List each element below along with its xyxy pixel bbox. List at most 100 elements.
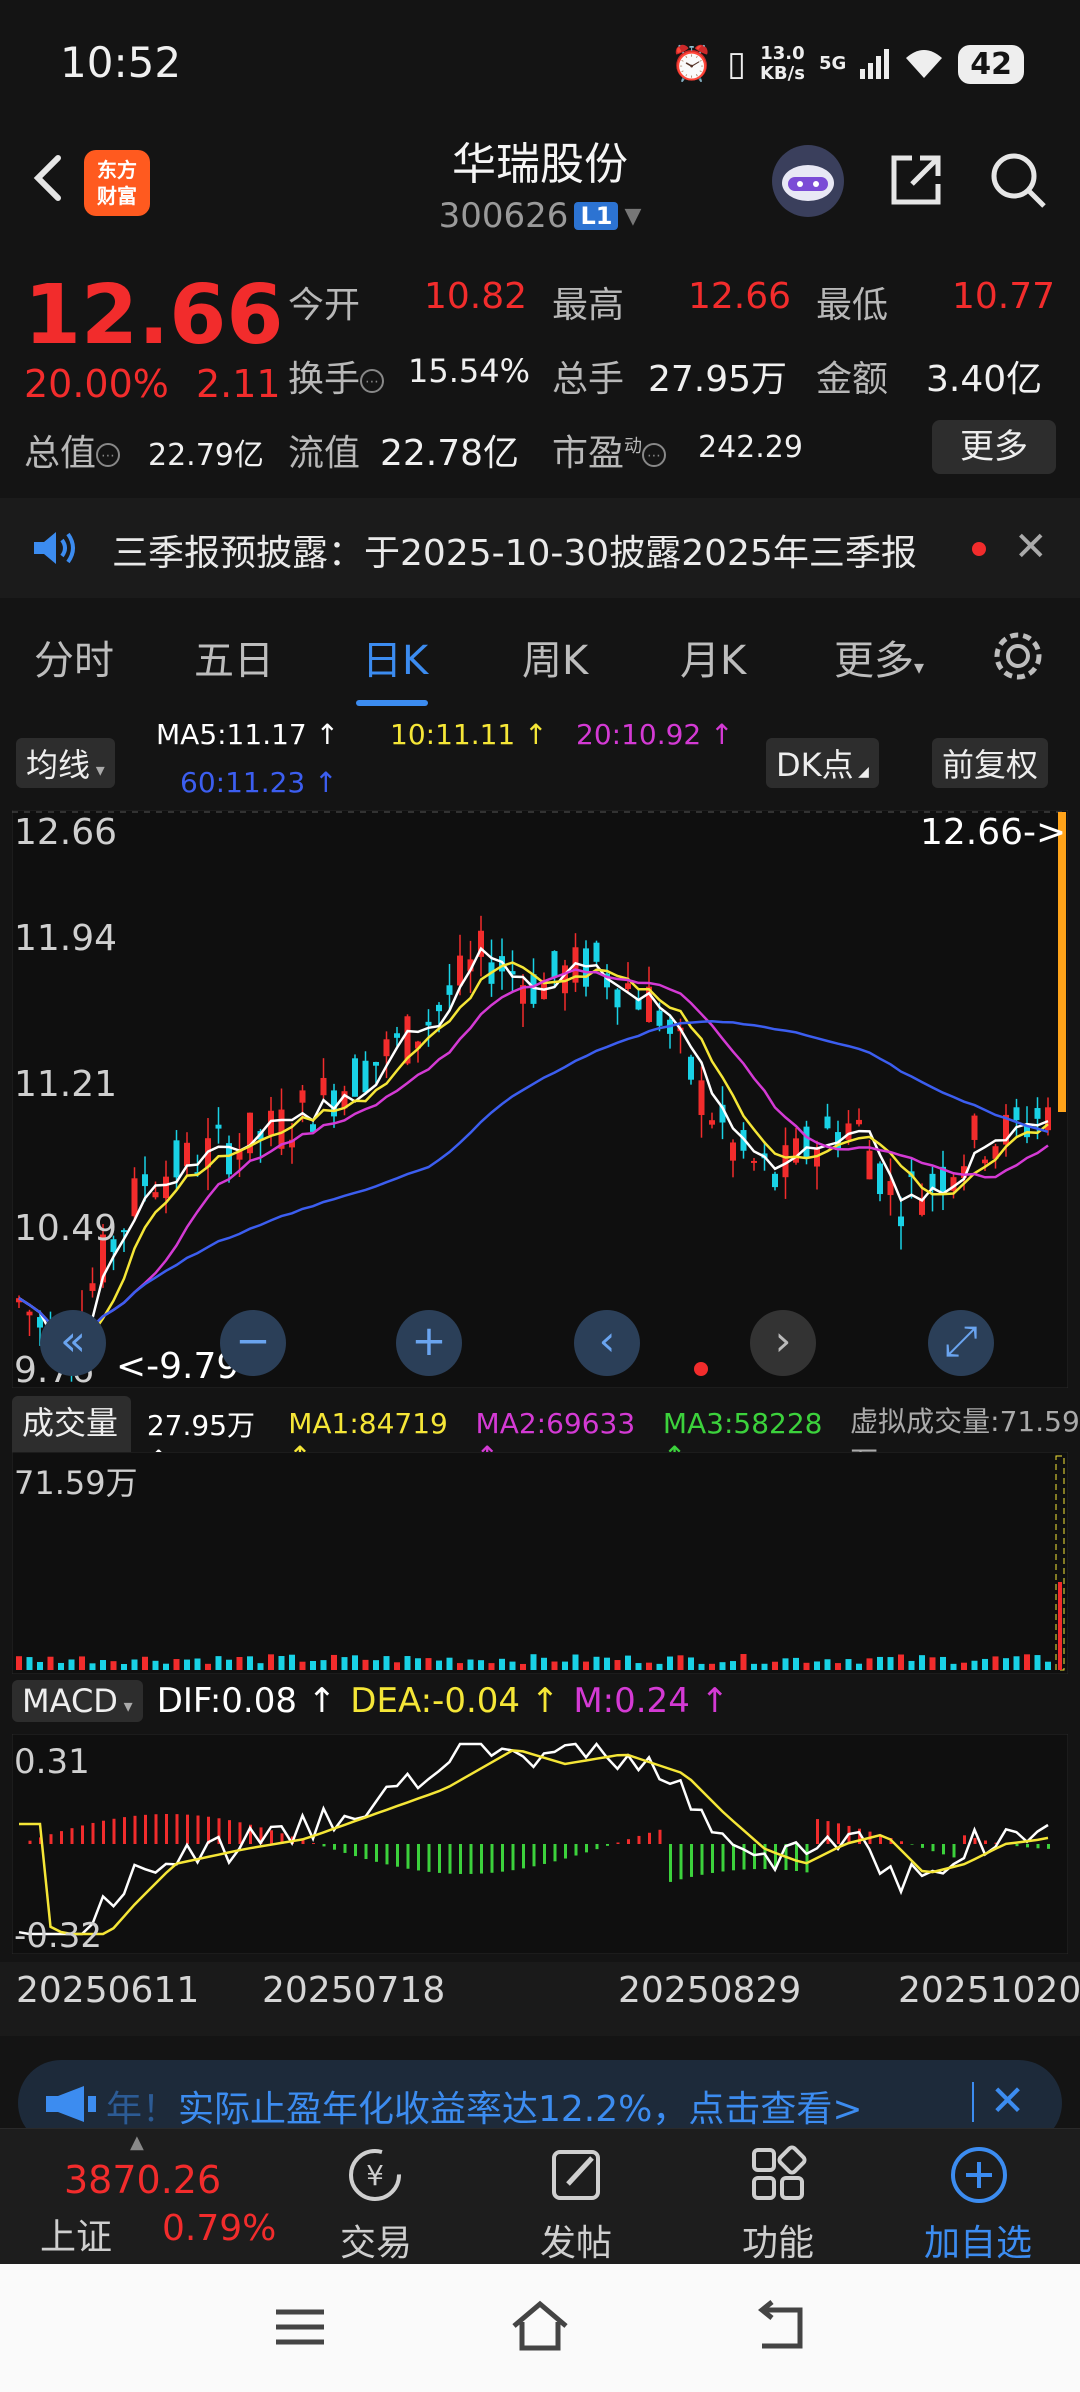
- macd-bar: [1047, 1844, 1050, 1849]
- candlestick-chart[interactable]: [12, 810, 1068, 1388]
- close-icon[interactable]: ✕: [990, 2076, 1025, 2125]
- macd-bar: [501, 1844, 504, 1872]
- tab-monthly-k[interactable]: 月K: [680, 628, 746, 686]
- candle-body: [656, 1010, 663, 1026]
- index-name: 上证: [40, 2217, 113, 2258]
- tab-minute[interactable]: 分时: [34, 628, 114, 686]
- macd-bar: [595, 1844, 599, 1850]
- today-volume-bar: [1058, 1582, 1062, 1670]
- function-grid-icon[interactable]: [744, 2140, 814, 2210]
- wifi-icon: [906, 50, 943, 78]
- scroll-left-end-icon[interactable]: «: [40, 1310, 106, 1376]
- search-icon[interactable]: [986, 148, 1050, 212]
- indicator-selector[interactable]: 均线 ▾: [16, 738, 115, 788]
- index-value[interactable]: 3870.26: [64, 2158, 221, 2202]
- volume-bar: [908, 1660, 915, 1670]
- toolbar-function[interactable]: 功能: [708, 2214, 848, 2266]
- candle-body: [184, 1142, 190, 1167]
- volume-bar: [667, 1656, 673, 1670]
- macd-bar: [60, 1831, 63, 1844]
- macd-y-min: -0.32: [14, 1916, 102, 1956]
- candle-body: [593, 942, 600, 962]
- candle-body: [373, 1061, 379, 1066]
- tab-daily-k[interactable]: 日K: [362, 628, 428, 686]
- pan-left-icon[interactable]: ‹: [574, 1310, 640, 1376]
- volume-bar: [121, 1663, 127, 1670]
- robot-assistant-icon[interactable]: [772, 145, 844, 217]
- candle-body: [982, 1159, 988, 1164]
- volume-bar: [1013, 1656, 1020, 1670]
- zoom-out-icon[interactable]: −: [220, 1310, 286, 1376]
- ad-text[interactable]: 实际止盈年化收益率达12.2%，点击查看>: [178, 2080, 863, 2132]
- candle-body: [299, 1090, 306, 1103]
- gear-icon[interactable]: [990, 628, 1046, 684]
- y-label-4: 10.49: [14, 1208, 118, 1249]
- volume-bar: [110, 1661, 117, 1670]
- macd-bar: [396, 1844, 399, 1867]
- candle-body: [457, 955, 463, 986]
- macd-bar: [375, 1844, 378, 1862]
- macd-bar: [448, 1844, 452, 1874]
- volume-bar: [257, 1663, 264, 1670]
- post-icon[interactable]: [542, 2140, 612, 2210]
- trade-icon[interactable]: ¥: [340, 2140, 410, 2210]
- macd-bar: [711, 1844, 714, 1873]
- macd-bar: [942, 1844, 945, 1855]
- candle-body: [152, 1192, 159, 1198]
- zoom-in-icon[interactable]: +: [396, 1310, 462, 1376]
- candle-body: [898, 1216, 904, 1227]
- dk-point-button[interactable]: DK点 ◢: [766, 738, 879, 788]
- candle-body: [215, 1124, 222, 1129]
- macd-bar: [133, 1815, 137, 1844]
- macd-bar: [228, 1820, 231, 1844]
- add-watchlist-icon[interactable]: [944, 2140, 1014, 2210]
- menu-icon[interactable]: [270, 2304, 330, 2350]
- svg-text:¥: ¥: [366, 2159, 384, 2192]
- volume-bar: [425, 1658, 432, 1670]
- volume-bar: [950, 1663, 957, 1670]
- candle-body: [751, 1160, 757, 1163]
- home-icon[interactable]: [508, 2298, 572, 2354]
- tab-5day[interactable]: 五日: [194, 628, 274, 686]
- close-icon[interactable]: ✕: [1014, 524, 1048, 570]
- y-label-max: 12.66: [14, 812, 118, 853]
- notice-text[interactable]: 三季报预披露：于2025-10-30披露2025年三季报: [112, 524, 917, 576]
- volume-bar: [404, 1656, 411, 1670]
- volume-bar: [415, 1658, 421, 1670]
- candle-body: [866, 1150, 873, 1180]
- macd-m: M:0.24 ↑: [573, 1681, 730, 1721]
- macd-bar: [322, 1844, 326, 1847]
- pan-right-icon[interactable]: ›: [750, 1310, 816, 1376]
- macd-bar: [732, 1844, 735, 1871]
- volume-bar: [1024, 1654, 1030, 1670]
- candle-body: [131, 1178, 138, 1217]
- macd-bar: [963, 1835, 966, 1844]
- high-marker: 12.66->: [920, 812, 1067, 853]
- share-icon[interactable]: [884, 148, 948, 212]
- back-nav-icon[interactable]: [750, 2300, 810, 2352]
- date-label: 20251020: [898, 1970, 1080, 2011]
- macd-bar: [553, 1844, 557, 1862]
- fullscreen-icon[interactable]: ⤢: [928, 1310, 994, 1376]
- candle-body: [877, 1163, 883, 1195]
- macd-selector[interactable]: MACD ▾: [12, 1680, 143, 1722]
- volume-bar: [68, 1659, 75, 1670]
- macd-chart[interactable]: [12, 1734, 1068, 1954]
- tab-more[interactable]: 更多▾: [834, 628, 924, 686]
- macd-bar: [175, 1814, 179, 1844]
- toolbar-add-watchlist[interactable]: 加自选: [908, 2214, 1048, 2266]
- candle-body: [320, 1077, 327, 1096]
- toolbar-trade[interactable]: 交易: [306, 2214, 446, 2266]
- more-quote-button[interactable]: 更多: [932, 420, 1056, 474]
- volume-bar: [1034, 1655, 1041, 1670]
- volume-bar: [845, 1659, 852, 1670]
- volume-chart[interactable]: [12, 1452, 1068, 1674]
- macd-bar: [417, 1844, 420, 1871]
- macd-bar: [207, 1816, 210, 1844]
- tab-weekly-k[interactable]: 周K: [522, 628, 588, 686]
- adjust-button[interactable]: 前复权: [932, 738, 1049, 788]
- open-value: 10.82: [424, 276, 528, 317]
- candle-body: [856, 1119, 862, 1125]
- toolbar-post[interactable]: 发帖: [506, 2214, 646, 2266]
- unread-dot: [972, 542, 986, 556]
